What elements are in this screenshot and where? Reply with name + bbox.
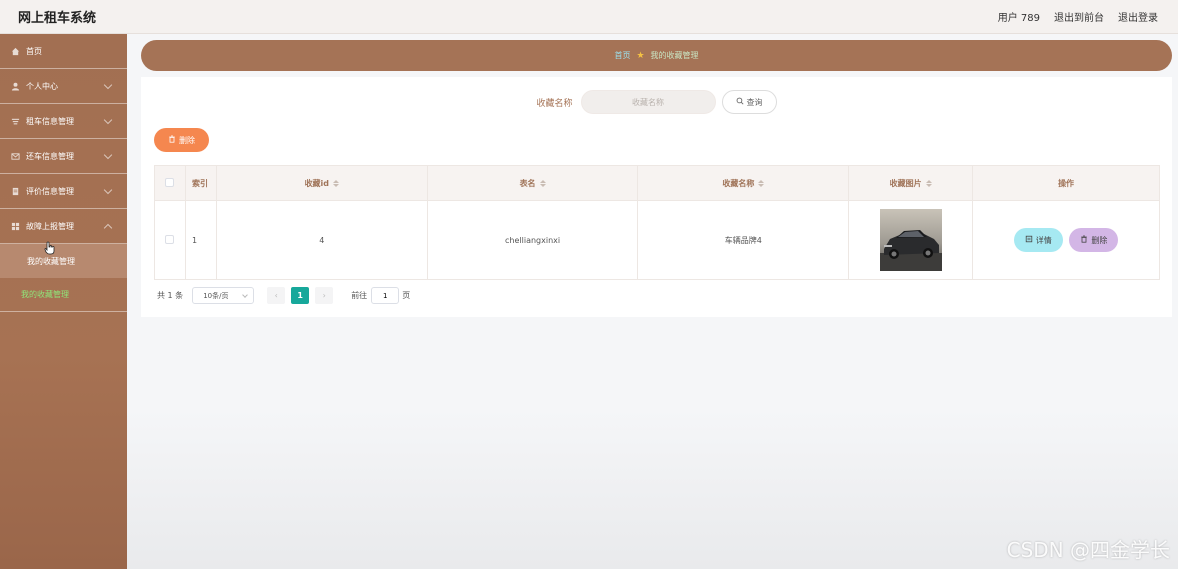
search-button-label: 查询	[746, 97, 763, 107]
top-actions: 用户 789 退出到前台 退出登录	[998, 9, 1158, 24]
sidebar-item-return-info[interactable]: 还车信息管理	[0, 139, 127, 174]
row-delete-button[interactable]: 删除	[1069, 228, 1119, 252]
col-fav-image-label: 收藏图片	[889, 178, 922, 188]
goto-suffix: 页	[402, 291, 411, 300]
hand-cursor-icon	[44, 240, 56, 259]
top-bar: 网上租车系统 用户 789 退出到前台 退出登录	[0, 0, 1178, 34]
home-icon	[10, 46, 20, 56]
watermark: CSDN @四金学长	[1006, 538, 1170, 562]
pagination-total: 共 1 条	[157, 291, 184, 300]
exit-to-front-link[interactable]: 退出到前台	[1054, 9, 1104, 24]
sidebar-item-label: 故障上报管理	[26, 221, 74, 231]
row-table-name: chelliangxinxi	[426, 200, 639, 280]
sidebar-item-home[interactable]: 首页	[0, 34, 127, 69]
star-icon: ★	[636, 50, 645, 61]
user-icon	[10, 81, 20, 91]
batch-delete-label: 删除	[179, 135, 195, 145]
sidebar-item-label: 还车信息管理	[26, 151, 74, 161]
breadcrumb: 首页 ★ 我的收藏管理	[141, 40, 1172, 71]
table-row: 1 4 chelliangxinxi 车辆品牌4 详情 删除	[154, 200, 1160, 280]
row-fav-id: 4	[215, 200, 428, 280]
page-size-select[interactable]: 10条/页	[192, 287, 255, 304]
chevron-up-icon	[103, 223, 113, 233]
user-label: 用户 789	[997, 13, 1040, 24]
row-checkbox[interactable]	[165, 234, 175, 244]
page-size-value: 10条/页	[203, 291, 229, 300]
col-actions: 操作	[972, 165, 1160, 201]
mail-icon	[10, 151, 20, 161]
chevron-down-icon	[103, 80, 113, 90]
search-button[interactable]: 查询	[721, 90, 777, 114]
breadcrumb-home-link[interactable]: 首页	[614, 50, 630, 61]
row-fav-image	[848, 200, 974, 280]
sidebar-item-personal-center[interactable]: 个人中心	[0, 69, 127, 104]
next-page-button[interactable]: ›	[315, 287, 334, 304]
favorites-table: 索引 收藏id 表名 收藏名称 收藏图片 操作 1 4 chelliangxin…	[154, 165, 1160, 280]
sidebar-item-fault-report[interactable]: 故障上报管理	[0, 209, 127, 244]
row-fav-name: 车辆品牌4	[637, 200, 850, 280]
detail-button-label: 详情	[1035, 235, 1052, 245]
chevron-down-icon	[103, 185, 113, 195]
row-actions: 详情 删除	[972, 200, 1160, 280]
chevron-down-icon	[242, 292, 249, 298]
sidebar: 首页 个人中心 租车信息管理 还车信息管理 评价信息管理 故障上报管理 我的收藏…	[0, 34, 127, 569]
chevron-down-icon	[103, 150, 113, 160]
detail-button[interactable]: 详情	[1013, 228, 1063, 252]
sort-icon[interactable]	[539, 179, 546, 187]
col-fav-name-label: 收藏名称	[722, 178, 755, 188]
sort-icon[interactable]	[925, 179, 932, 187]
document-icon	[10, 186, 20, 196]
goto-label: 前往	[351, 291, 368, 300]
trash-icon	[168, 135, 176, 145]
list-icon	[10, 116, 20, 126]
col-table-name[interactable]: 表名	[426, 165, 639, 201]
col-table-name-label: 表名	[519, 178, 536, 188]
sidebar-item-label: 租车信息管理	[26, 116, 74, 126]
app-title: 网上租车系统	[18, 11, 97, 26]
prev-page-button[interactable]: ‹	[267, 287, 286, 304]
search-label: 收藏名称	[536, 98, 573, 109]
search-icon	[736, 97, 744, 107]
col-fav-name[interactable]: 收藏名称	[637, 165, 850, 201]
row-select-cell[interactable]	[154, 200, 186, 280]
sidebar-subitem-my-favorites-active[interactable]: 我的收藏管理	[0, 278, 127, 312]
logout-link[interactable]: 退出登录	[1118, 9, 1158, 24]
breadcrumb-current: 我的收藏管理	[650, 51, 699, 60]
sidebar-item-label: 评价信息管理	[26, 186, 74, 196]
trash-icon	[1080, 235, 1088, 245]
row-delete-label: 删除	[1091, 235, 1108, 245]
table-header-row: 索引 收藏id 表名 收藏名称 收藏图片 操作	[154, 165, 1160, 201]
grid-icon	[10, 221, 20, 231]
col-fav-id-label: 收藏id	[304, 178, 330, 188]
col-fav-id[interactable]: 收藏id	[215, 165, 428, 201]
sort-icon[interactable]	[758, 179, 765, 187]
pagination: 共 1 条 10条/页 ‹ 1 › 前往 页	[157, 287, 410, 304]
search-input[interactable]	[580, 90, 716, 114]
detail-icon	[1025, 235, 1033, 245]
batch-delete-button[interactable]: 删除	[154, 128, 209, 152]
page-number-current[interactable]: 1	[291, 287, 310, 304]
sidebar-subitem-my-favorites[interactable]: 我的收藏管理	[0, 244, 127, 278]
chevron-down-icon	[103, 115, 113, 125]
col-index: 索引	[184, 165, 217, 201]
sidebar-item-review-info[interactable]: 评价信息管理	[0, 174, 127, 209]
content-card: 收藏名称 查询 删除 索引 收藏id 表名 收藏	[141, 77, 1172, 317]
goto-page-input[interactable]	[371, 287, 400, 304]
select-all-checkbox[interactable]	[165, 177, 175, 187]
col-fav-image[interactable]: 收藏图片	[848, 165, 974, 201]
row-index: 1	[184, 200, 217, 280]
sidebar-item-label: 个人中心	[26, 81, 58, 91]
car-thumbnail[interactable]	[879, 209, 942, 271]
sort-icon[interactable]	[333, 179, 340, 187]
main-content: 首页 ★ 我的收藏管理 收藏名称 查询 删除 索引	[127, 34, 1178, 569]
sidebar-item-rental-info[interactable]: 租车信息管理	[0, 104, 127, 139]
sidebar-item-label: 首页	[26, 46, 42, 56]
select-all-cell[interactable]	[154, 165, 186, 201]
search-row: 收藏名称 查询	[141, 90, 1172, 114]
